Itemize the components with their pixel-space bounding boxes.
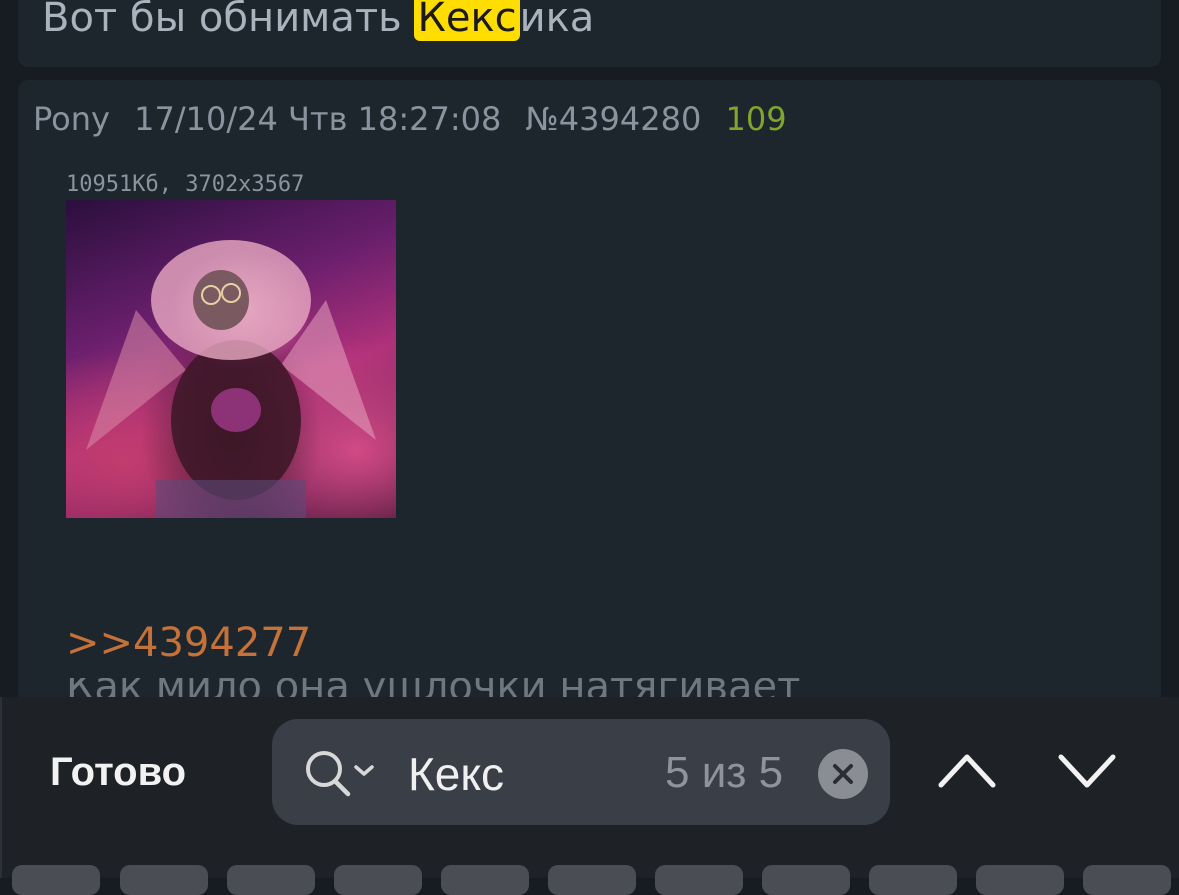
post-datetime: 17/10/24 Чтв 18:27:08	[134, 100, 502, 138]
chevron-down-icon[interactable]	[1056, 745, 1118, 799]
keyboard-key[interactable]	[441, 865, 529, 895]
post-card: Pony 17/10/24 Чтв 18:27:08 №4394280 109 …	[18, 80, 1161, 720]
search-field[interactable]: Кекс 5 из 5	[272, 719, 890, 825]
post-text-before: Вот бы обнимать	[42, 0, 415, 41]
keyboard-key[interactable]	[976, 865, 1064, 895]
search-icon[interactable]	[304, 749, 380, 803]
keyboard-key[interactable]	[227, 865, 315, 895]
keyboard-key[interactable]	[762, 865, 850, 895]
post-text-after: ика	[519, 0, 595, 41]
keyboard-key[interactable]	[120, 865, 208, 895]
keyboard-key[interactable]	[655, 865, 743, 895]
reply-link[interactable]: >>4394277	[66, 620, 311, 666]
search-input[interactable]: Кекс	[408, 747, 504, 801]
keyboard-key[interactable]	[869, 865, 957, 895]
previous-post-text: Вот бы обнимать Кексика	[42, 0, 595, 41]
keyboard-key[interactable]	[12, 865, 100, 895]
done-button[interactable]: Готово	[50, 750, 186, 795]
image-thumbnail[interactable]	[66, 200, 396, 518]
search-match-highlight: Кекс	[414, 0, 520, 41]
keyboard-key[interactable]	[548, 865, 636, 895]
post-header: Pony 17/10/24 Чтв 18:27:08 №4394280 109	[33, 100, 801, 138]
keyboard-key[interactable]	[1083, 865, 1171, 895]
thumbnail-art	[86, 240, 376, 518]
chevron-up-icon[interactable]	[936, 745, 998, 799]
clear-icon[interactable]	[818, 749, 868, 799]
keyboard-top-row	[2, 865, 1179, 895]
file-info[interactable]: 10951Кб, 3702x3567	[66, 172, 304, 197]
previous-post-card: Вот бы обнимать Кексика	[18, 0, 1161, 67]
post-reply-count[interactable]: 109	[725, 100, 786, 138]
keyboard-key[interactable]	[334, 865, 422, 895]
post-author[interactable]: Pony	[33, 100, 110, 138]
find-in-page-bar: Готово Кекс 5 из 5	[0, 697, 1179, 895]
match-count: 5 из 5	[665, 748, 784, 797]
post-number[interactable]: №4394280	[526, 100, 702, 138]
